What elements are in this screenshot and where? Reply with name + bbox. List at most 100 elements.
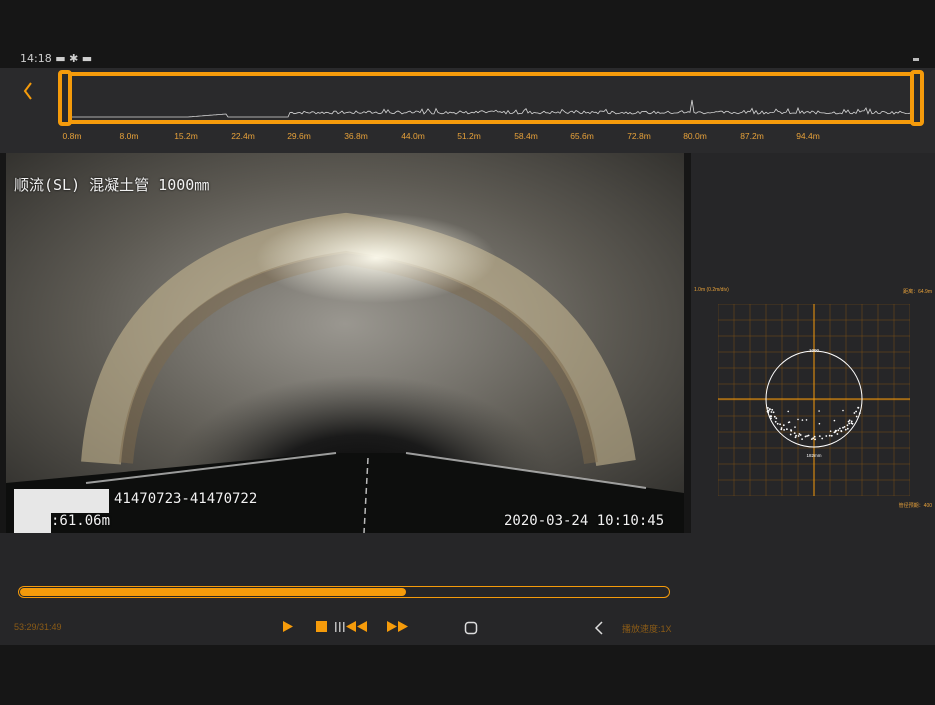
scan-point <box>787 410 789 413</box>
scan-point <box>858 412 861 414</box>
fast-forward-icon <box>387 621 408 632</box>
scan-point <box>847 420 850 423</box>
scan-point <box>780 427 783 429</box>
scan-point <box>783 429 785 431</box>
scan-point <box>810 438 813 440</box>
redaction-block <box>14 513 51 533</box>
scan-point <box>804 435 807 438</box>
scan-point <box>835 429 837 432</box>
scan-point <box>789 433 792 436</box>
scan-point <box>821 437 824 440</box>
back-button[interactable] <box>14 74 42 102</box>
tick-label: 8.0m <box>119 131 139 141</box>
scan-point <box>829 430 832 432</box>
scan-point <box>794 436 797 439</box>
range-selector[interactable] <box>58 70 926 126</box>
home-button[interactable] <box>464 621 478 640</box>
frame-back-button[interactable] <box>334 620 370 638</box>
scan-point <box>814 438 816 441</box>
scan-point <box>818 410 820 412</box>
scan-point <box>840 430 843 433</box>
tick-label: 15.2m <box>174 131 198 141</box>
stop-button[interactable] <box>315 620 327 638</box>
progress-fill <box>20 588 406 596</box>
tick-label: 36.8m <box>344 131 368 141</box>
tick-label: 80.0m <box>683 131 707 141</box>
scan-point <box>767 407 769 409</box>
scan-point <box>769 415 772 418</box>
tick-label: 44.0m <box>401 131 425 141</box>
range-handle-left[interactable] <box>58 70 72 126</box>
playback-speed[interactable]: 播放速度:1X <box>622 622 672 635</box>
scan-point <box>850 422 853 424</box>
scan-point <box>793 432 796 434</box>
scan-point <box>801 419 804 421</box>
tick-label: 94.4m <box>796 131 820 141</box>
scan-point <box>813 435 816 438</box>
tick-label: 51.2m <box>457 131 481 141</box>
scan-point <box>794 426 796 428</box>
scan-point <box>837 429 840 432</box>
frame-back-icon <box>335 621 367 632</box>
distance-timeline: 0.8m 8.0m 15.2m 22.4m 29.6m 36.8m 44.0m … <box>0 68 935 153</box>
scan-point <box>790 429 793 432</box>
play-icon <box>283 621 293 632</box>
home-icon <box>464 621 478 635</box>
scan-point <box>833 419 836 422</box>
scan-point <box>770 417 772 420</box>
pipe-video-frame <box>6 153 684 533</box>
scan-point <box>818 422 821 425</box>
scan-point <box>768 408 771 410</box>
bottom-measure-label: 182mm <box>806 453 821 458</box>
tick-label: 72.8m <box>627 131 651 141</box>
scan-point <box>782 424 785 427</box>
scan-point <box>770 411 773 413</box>
scan-point <box>828 434 831 437</box>
scan-point <box>775 417 778 420</box>
play-button[interactable] <box>282 620 294 638</box>
progress-area <box>0 533 691 608</box>
stop-icon <box>316 621 327 632</box>
scan-point <box>850 420 853 423</box>
overlay-distance: :61.06m <box>51 513 111 529</box>
tick-label: 22.4m <box>231 131 255 141</box>
system-back-button[interactable] <box>594 621 604 640</box>
tick-label: 29.6m <box>287 131 311 141</box>
status-indicator <box>913 58 919 61</box>
scan-point <box>855 415 858 418</box>
scan-point <box>772 411 775 414</box>
cross-section-chart: 1000 182mm <box>718 304 910 496</box>
bottom-bar <box>0 645 935 705</box>
scan-point <box>846 424 849 427</box>
scan-point <box>787 421 790 424</box>
scan-point <box>848 422 851 425</box>
scan-point <box>855 410 857 413</box>
range-handle-right[interactable] <box>910 70 924 126</box>
scan-point <box>766 410 769 413</box>
tick-label: 58.4m <box>514 131 538 141</box>
scan-point <box>830 434 833 437</box>
scan-point <box>843 426 846 428</box>
scan-point <box>857 406 860 409</box>
scan-point <box>825 435 828 437</box>
diameter-label: 管径预期：400 <box>898 503 932 509</box>
scan-point <box>805 419 808 421</box>
scan-point <box>853 412 856 414</box>
scan-point <box>773 415 776 418</box>
overlay-segment-id: 41470723-41470722 <box>114 491 258 507</box>
scan-point <box>786 428 788 431</box>
scan-point <box>797 435 800 437</box>
scan-point <box>779 423 781 426</box>
scan-point <box>795 434 797 437</box>
playback-progress-bar[interactable] <box>18 586 670 598</box>
scan-point <box>801 438 803 440</box>
status-text: 14:18 ▬ ✱ ▬ <box>20 52 93 65</box>
tick-label: 0.8m <box>62 131 82 141</box>
distance-axis: 0.8m 8.0m 15.2m 22.4m 29.6m 36.8m 44.0m … <box>0 131 935 145</box>
scan-point <box>807 434 810 437</box>
time-readout: 53:29/31:49 <box>14 622 62 632</box>
video-player[interactable]: 顺流(SL) 混凝土管 1000㎜ 41470723-41470722 :61.… <box>6 153 684 533</box>
status-bar: 14:18 ▬ ✱ ▬ <box>0 0 935 68</box>
fast-forward-button[interactable] <box>386 620 410 638</box>
distance-label: 距离：64.9m <box>903 289 932 295</box>
